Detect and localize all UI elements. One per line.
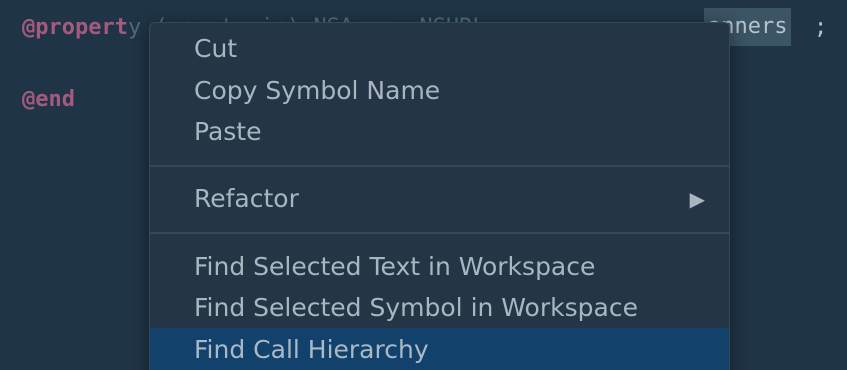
menu-item-paste[interactable]: Paste: [150, 112, 729, 152]
menu-item-find-call-hierarchy[interactable]: Find Call Hierarchy: [150, 328, 729, 370]
menu-item-cut[interactable]: Cut: [150, 29, 729, 69]
context-menu: Cut Copy Symbol Name Paste Refactor ▶ Fi…: [149, 22, 730, 370]
menu-separator: [150, 165, 729, 167]
menu-item-copy-symbol-name[interactable]: Copy Symbol Name: [150, 71, 729, 111]
code-line-end[interactable]: @end: [22, 86, 75, 114]
refactor-label: Refactor: [194, 184, 299, 213]
menu-item-find-selected-symbol[interactable]: Find Selected Symbol in Workspace: [150, 288, 729, 328]
triangle-right-icon: ▶: [689, 187, 705, 211]
semicolon: ;: [814, 15, 828, 40]
code-editor[interactable]: @property (nonatomic) NSArray<NSURL anne…: [0, 0, 847, 370]
property-keyword: @propert: [22, 15, 128, 40]
menu-item-refactor[interactable]: Refactor ▶: [150, 179, 729, 219]
menu-item-find-selected-text[interactable]: Find Selected Text in Workspace: [150, 247, 729, 287]
end-keyword: @end: [22, 87, 75, 112]
menu-separator: [150, 232, 729, 234]
